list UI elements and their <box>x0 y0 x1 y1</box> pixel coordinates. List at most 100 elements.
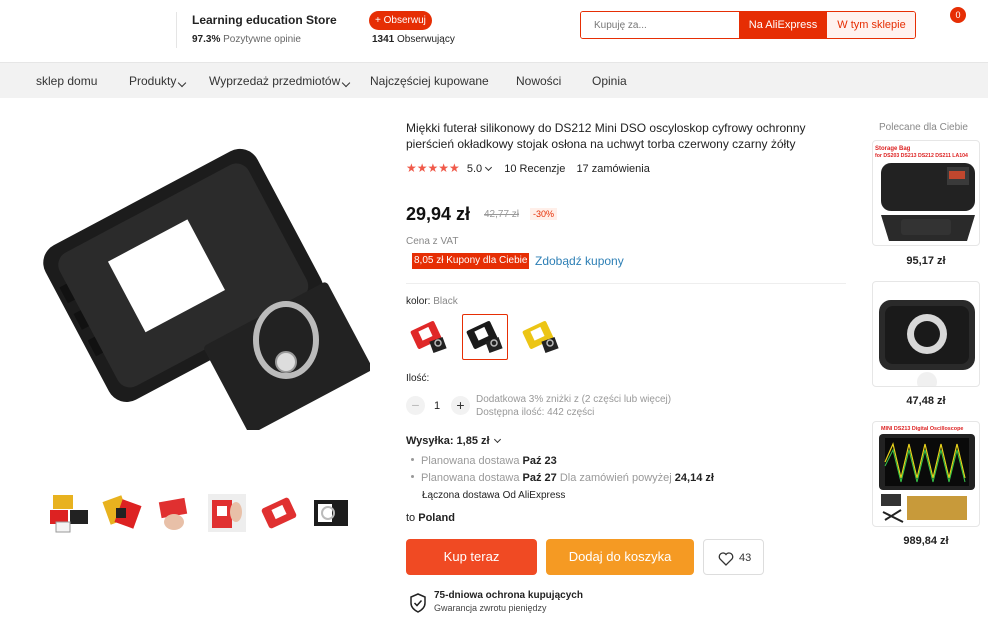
color-label: kolor: Black <box>406 296 458 307</box>
thumbnail[interactable] <box>206 492 248 534</box>
silicone-case-image <box>43 148 372 434</box>
search-store-button[interactable]: W tym sklepie <box>827 12 915 38</box>
chevron-down-icon <box>485 163 493 172</box>
color-swatch-red[interactable] <box>406 314 452 360</box>
shield-check-icon <box>409 593 427 616</box>
nav-item-label: sklep domu <box>36 74 98 88</box>
buy-now-button[interactable]: Kup teraz <box>406 539 537 575</box>
recommended-image-text: MINI DS213 Digital Oscilloscope <box>881 426 963 432</box>
bullet-icon <box>411 475 414 478</box>
shipping-selector[interactable]: Wysyłka: 1,85 zł <box>406 435 501 447</box>
store-header: Learning education Store 97.3% Pozytywne… <box>0 0 988 62</box>
cart-count-badge[interactable]: 0 <box>950 7 966 23</box>
coupon-badge[interactable]: 8,05 zł Kupony dla Ciebie <box>412 253 530 269</box>
black-case-swatch-image <box>466 321 503 354</box>
add-to-cart-button[interactable]: Dodaj do koszyka <box>546 539 694 575</box>
red-case-swatch-image <box>410 321 447 354</box>
recommended-price: 989,84 zł <box>903 535 949 547</box>
search-bar: Na AliExpress W tym sklepie <box>580 11 916 39</box>
rating-stars-icon: ★★★★★ <box>406 161 460 175</box>
nav-item-label: Produkty <box>129 74 177 88</box>
color-value: Black <box>433 296 458 307</box>
product-main-image[interactable] <box>30 130 372 434</box>
chevron-down-icon <box>493 435 501 444</box>
nav-item-products[interactable]: Produkty <box>129 74 187 88</box>
nav-item-feedback[interactable]: Opinia <box>592 74 627 88</box>
delivery-date: Paź 27 <box>522 472 557 484</box>
thumbnail[interactable] <box>48 492 90 534</box>
ship-to-country: Poland <box>418 512 455 524</box>
thumbnail-image <box>102 495 142 529</box>
recommended-item[interactable]: Storage Bag for DS203 DS213 DS212 DS211 … <box>872 140 980 246</box>
thumbnail[interactable] <box>258 492 300 534</box>
delivery-estimate-2: Planowana dostawa Paź 27 Dla zamówień po… <box>411 472 714 484</box>
store-name[interactable]: Learning education Store <box>192 13 337 27</box>
thumbnail[interactable] <box>102 492 144 534</box>
buyer-protection-subtitle: Gwarancja zwrotu pieniędzy <box>434 603 547 613</box>
get-coupons-link[interactable]: Zdobądź kupony <box>535 254 624 268</box>
followers-label: Obserwujący <box>397 34 455 45</box>
recommended-item[interactable] <box>872 281 980 387</box>
oscilloscope-image: MINI DS213 Digital Oscilloscope <box>879 426 975 523</box>
product-title: Miękki futerał silikonowy do DS212 Mini … <box>406 121 806 151</box>
black-case-image <box>879 300 975 386</box>
thumbnail[interactable] <box>310 492 352 534</box>
discount-badge: -30% <box>530 208 558 220</box>
nav-item-label: Wyprzedaż przedmiotów <box>209 74 341 88</box>
ship-to[interactable]: to Poland <box>406 512 455 524</box>
delivery-threshold: 24,14 zł <box>674 472 714 484</box>
buyer-protection-title: 75-dniowa ochrona kupujących <box>434 590 583 601</box>
nav-item-label: Nowości <box>516 74 562 88</box>
delivery-date: Paź 23 <box>522 455 557 467</box>
followers-number: 1341 <box>372 34 395 45</box>
reviews-link[interactable]: 10 Recenzje <box>504 163 565 175</box>
nav-item-label: Opinia <box>592 74 627 88</box>
yellow-case-swatch-image <box>522 321 559 354</box>
bullet-icon <box>411 458 414 461</box>
color-swatch-yellow[interactable] <box>518 314 564 360</box>
thumbnail[interactable] <box>154 492 196 534</box>
search-aliexpress-button[interactable]: Na AliExpress <box>739 12 827 38</box>
store-rating-label: Pozytywne opinie <box>223 34 301 45</box>
thumbnail-image <box>314 500 348 526</box>
follow-button[interactable]: + Obserwuj <box>369 11 432 30</box>
delivery-condition: Dla zamówień powyżej <box>559 472 672 484</box>
nav-item-sale[interactable]: Wyprzedaż przedmiotów <box>209 74 351 88</box>
wishlist-button[interactable]: 43 <box>703 539 764 575</box>
search-input[interactable] <box>581 12 739 38</box>
store-rating: 97.3% Pozytywne opinie <box>192 34 301 45</box>
recommended-price: 95,17 zł <box>906 255 946 267</box>
bulk-discount-note: Dodatkowa 3% zniżki z (2 części lub więc… <box>476 394 672 405</box>
recommended-price: 47,48 zł <box>906 395 946 407</box>
quantity-input[interactable] <box>427 396 447 415</box>
vat-note: Cena z VAT <box>406 236 459 247</box>
nav-item-home[interactable]: sklep domu <box>36 74 97 88</box>
quantity-info: Dodatkowa 3% zniżki z (2 części lub więc… <box>476 393 671 419</box>
recommended-image-text: for DS203 DS213 DS212 DS211 LA104 <box>875 153 968 159</box>
thumbnail-image <box>208 494 246 532</box>
thumbnail-image <box>261 497 297 529</box>
rating-score[interactable]: 5.0 <box>467 163 482 175</box>
nav-item-new[interactable]: Nowości <box>516 74 561 88</box>
quantity-decrease-button[interactable]: − <box>406 396 425 415</box>
color-swatch-black[interactable] <box>462 314 508 360</box>
storage-bag-image: Storage Bag for DS203 DS213 DS212 DS211 … <box>875 146 975 241</box>
original-price: 42,77 zł <box>484 209 520 220</box>
store-nav: sklep domu Produkty Wyprzedaż przedmiotó… <box>0 62 988 98</box>
available-quantity: Dostępna ilość: 442 części <box>476 407 595 418</box>
thumbnail-image <box>158 497 188 530</box>
nav-item-bestsellers[interactable]: Najczęściej kupowane <box>370 74 489 88</box>
color-label-text: kolor: <box>406 296 431 307</box>
current-price: 29,94 zł <box>406 204 471 224</box>
heart-icon <box>718 552 734 566</box>
wishlist-count: 43 <box>739 552 752 564</box>
combined-delivery: Łączona dostawa Od AliExpress <box>422 490 566 501</box>
quantity-increase-button[interactable]: + <box>451 396 470 415</box>
recommended-title: Polecane dla Ciebie <box>879 122 968 133</box>
delivery-label: Planowana dostawa <box>421 472 520 484</box>
shipping-label: Wysyłka: 1,85 zł <box>406 435 490 447</box>
rating-row: ★★★★★ 5.0 10 Recenzje 17 zamówienia <box>406 161 650 175</box>
nav-item-label: Najczęściej kupowane <box>370 74 489 88</box>
thumbnail-image <box>50 495 88 533</box>
recommended-item[interactable]: MINI DS213 Digital Oscilloscope <box>872 421 980 527</box>
